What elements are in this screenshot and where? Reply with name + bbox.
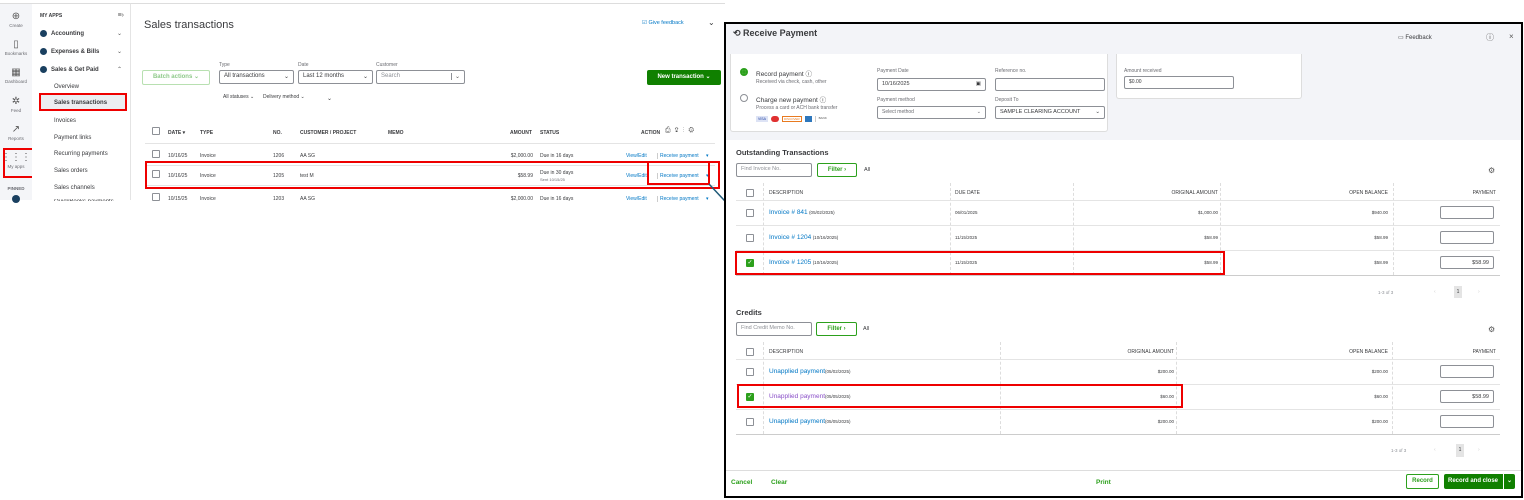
open-balance: $200.00 [1371,419,1388,424]
visa-icon: VISA [756,116,768,122]
payment-input[interactable]: $58.99 [1440,256,1494,269]
row-checkbox[interactable] [746,234,754,242]
amount-received-label: Amount received [1124,68,1162,74]
amount-card: Amount received $0.00 [1116,54,1302,99]
payment-card: Record payment ⓘ Received via check, cas… [730,54,1108,132]
col-open-balance: OPEN BALANCE [1349,349,1388,355]
gear-icon[interactable]: ⚙ [1488,166,1495,175]
col-original-amount: ORIGINAL AMOUNT [1127,349,1175,355]
reference-input[interactable] [995,78,1105,91]
next-page-icon[interactable]: › [1478,447,1480,453]
payment-input[interactable] [1440,365,1494,378]
charge-payment-radio[interactable] [740,94,748,102]
bank-icon: BANK [814,116,827,122]
page-number[interactable]: 1 [1454,286,1462,298]
info-icon: ⓘ [819,97,827,104]
highlight-box [737,384,1183,408]
feedback-button[interactable]: ▭ Feedback [1398,34,1432,41]
prev-page-icon[interactable]: ‹ [1434,289,1436,295]
original-amount: $58.99 [1204,235,1218,240]
original-amount: $200.00 [1157,419,1174,424]
clear-button[interactable]: Clear [771,479,787,486]
outstanding-all[interactable]: All [864,167,870,173]
credit-link[interactable]: Unapplied payment(05/05/2025) [769,418,851,425]
payment-date-input[interactable]: 10/16/2025 ▣ [877,78,986,91]
col-description: DESCRIPTION [769,190,804,196]
payment-method-select[interactable]: Select method ⌄ [877,106,986,119]
original-amount: $1,000.00 [1197,210,1218,215]
col-payment: PAYMENT [1472,349,1496,355]
record-button[interactable]: Record [1406,474,1439,489]
card-logos: VISA DISCOVER BANK [756,116,827,122]
pager-text: 1-3 of 3 [1378,290,1394,295]
record-payment-radio[interactable] [740,68,748,76]
history-icon[interactable]: ⟲ [733,28,743,38]
gear-icon[interactable]: ⚙ [1488,325,1495,334]
record-and-close-button[interactable]: Record and close ⌄ [1444,474,1515,489]
help-icon[interactable]: ⓘ [1486,32,1494,43]
calendar-icon: ▣ [975,81,981,87]
row-checkbox[interactable] [746,209,754,217]
highlight-box [735,251,1225,275]
credits-filter-button[interactable]: Filter › [816,322,857,336]
credits-title: Credits [736,308,762,317]
payment-input[interactable] [1440,415,1494,428]
outstanding-title: Outstanding Transactions [736,148,829,157]
col-due-date: DUE DATE [955,190,980,196]
select-all-checkbox[interactable] [746,189,754,197]
chevron-down-icon: ⌄ [1502,474,1515,489]
select-all-checkbox[interactable] [746,348,754,356]
col-payment: PAYMENT [1472,190,1496,196]
open-balance: $58.99 [1374,235,1388,240]
record-payment-label: Record payment ⓘ [756,71,813,78]
find-credit-input[interactable]: Find Credit Memo No. [736,322,812,336]
original-amount: $200.00 [1157,369,1174,374]
open-balance: $200.00 [1371,369,1388,374]
page-number[interactable]: 1 [1456,444,1464,457]
due-date: 06/01/2025 [955,210,978,215]
record-payment-sub: Received via check, cash, other [756,79,827,85]
credit-link[interactable]: Unapplied payment(05/02/2025) [769,368,851,375]
open-balance: $58.99 [1374,260,1388,265]
col-open-balance: OPEN BALANCE [1349,190,1388,196]
mastercard-icon [770,116,779,122]
cancel-button[interactable]: Cancel [731,479,752,486]
close-icon[interactable]: × [1509,32,1514,41]
credits-all[interactable]: All [863,326,869,332]
open-balance: $940.00 [1371,210,1388,215]
col-original-amount: ORIGINAL AMOUNT [1171,190,1219,196]
row-checkbox[interactable] [746,418,754,426]
print-button[interactable]: Print [1096,479,1111,486]
deposit-to-select[interactable]: SAMPLE CLEARING ACCOUNT ⌄ [995,106,1105,119]
reference-label: Reference no. [995,68,1027,74]
discover-icon: DISCOVER [781,116,802,122]
prev-page-icon[interactable]: ‹ [1434,447,1436,453]
payment-input[interactable] [1440,231,1494,244]
invoice-link[interactable]: Invoice # 1204 (10/16/2025) [769,234,838,241]
next-page-icon[interactable]: › [1478,289,1480,295]
amex-icon [804,116,812,122]
open-balance: $60.00 [1374,394,1388,399]
info-icon: ⓘ [805,71,813,78]
row-checkbox[interactable] [746,368,754,376]
find-invoice-input[interactable]: Find Invoice No. [736,163,812,177]
due-date: 11/15/2025 [955,235,978,240]
charge-payment-label: Charge new payment ⓘ [756,97,827,104]
amount-received-input[interactable]: $0.00 [1124,76,1234,89]
payment-input[interactable]: $58.99 [1440,390,1494,403]
payment-method-label: Payment method [877,97,915,103]
pager-text: 1-3 of 3 [1391,448,1407,453]
panel-title: ⟲ Receive Payment [733,28,818,38]
col-description: DESCRIPTION [769,349,804,355]
outstanding-filter-button[interactable]: Filter › [817,163,857,177]
charge-payment-sub: Process a card or ACH bank transfer [756,105,838,111]
payment-date-label: Payment Date [877,68,909,74]
invoice-link[interactable]: Invoice # 841 (05/02/2025) [769,209,835,216]
deposit-to-label: Deposit To [995,97,1019,103]
payment-input[interactable] [1440,206,1494,219]
